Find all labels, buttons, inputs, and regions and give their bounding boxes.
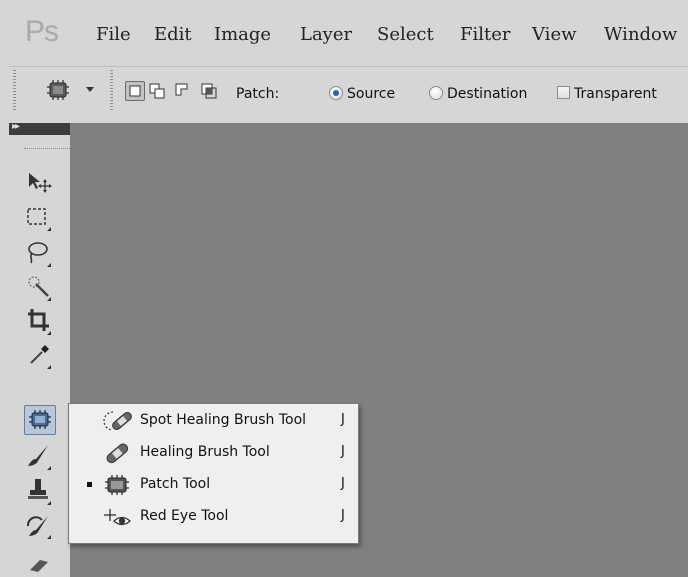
crop-icon	[28, 309, 51, 335]
menu-bar: Ps File Edit Image Layer Select Filter V…	[0, 0, 688, 60]
flyout-item-label: Red Eye Tool	[140, 508, 229, 524]
new-selection-button[interactable]	[125, 81, 145, 101]
flyout-item-shortcut: J	[341, 476, 345, 491]
healing-tool[interactable]	[24, 405, 56, 435]
new-selection-icon	[129, 85, 141, 97]
lasso-icon	[28, 242, 51, 267]
menu-layer[interactable]: Layer	[300, 25, 352, 45]
menu-filter[interactable]: Filter	[460, 25, 511, 45]
menu-window[interactable]: Window	[604, 25, 677, 45]
brush-tool[interactable]	[24, 441, 54, 471]
menu-file[interactable]: File	[96, 25, 131, 45]
source-label[interactable]: Source	[347, 86, 395, 102]
intersect-selection-icon	[201, 83, 217, 99]
flyout-item-spot-healing-brush[interactable]: Spot Healing Brush Tool J	[69, 405, 358, 437]
destination-radio[interactable]	[429, 86, 443, 100]
source-radio[interactable]	[329, 86, 343, 100]
magic-wand-icon	[28, 276, 51, 301]
flyout-item-label: Patch Tool	[140, 476, 211, 492]
eraser-icon	[30, 560, 48, 572]
flyout-item-shortcut: J	[341, 412, 345, 427]
patch-label: Patch:	[236, 86, 280, 102]
flyout-item-patch[interactable]: Patch Tool J	[69, 469, 358, 501]
history-brush-icon	[26, 516, 51, 539]
marquee-tool[interactable]	[24, 202, 54, 232]
quick-selection-tool[interactable]	[24, 272, 54, 302]
patch-icon	[101, 472, 135, 498]
flyout-item-shortcut: J	[341, 508, 345, 523]
red-eye-icon	[101, 504, 135, 530]
add-to-selection-button[interactable]	[147, 81, 167, 101]
healing-tools-flyout: Spot Healing Brush Tool J Healing Brush …	[68, 403, 359, 544]
tools-panel-grip[interactable]	[24, 148, 70, 150]
rectangular-marquee-icon	[27, 208, 51, 231]
flyout-item-healing-brush[interactable]: Healing Brush Tool J	[69, 437, 358, 469]
patch-icon	[47, 80, 69, 100]
add-to-selection-icon	[149, 83, 165, 99]
intersect-selection-button[interactable]	[199, 81, 219, 101]
transparent-checkbox[interactable]	[557, 86, 570, 99]
eyedropper-icon	[30, 345, 51, 369]
options-bar-divider	[9, 66, 688, 67]
options-bar-separator	[110, 70, 113, 112]
double-chevron-icon: ▸▸	[12, 121, 20, 132]
move-tool[interactable]	[24, 167, 54, 197]
flyout-item-shortcut: J	[341, 444, 345, 459]
flyout-item-label: Spot Healing Brush Tool	[140, 412, 307, 428]
move-icon	[29, 173, 52, 193]
history-brush-tool[interactable]	[24, 510, 54, 540]
patch-icon	[29, 410, 51, 429]
lasso-tool[interactable]	[24, 238, 54, 268]
stamp-icon	[28, 479, 51, 505]
healing-brush-icon	[101, 440, 135, 466]
clone-stamp-tool[interactable]	[24, 476, 54, 506]
destination-label[interactable]: Destination	[447, 86, 527, 102]
transparent-label[interactable]: Transparent	[574, 86, 657, 102]
brush-icon	[28, 445, 51, 470]
menu-edit[interactable]: Edit	[154, 25, 192, 45]
menu-view[interactable]: View	[532, 25, 577, 45]
eraser-tool[interactable]	[24, 548, 54, 574]
subtract-from-selection-icon	[175, 83, 188, 96]
photoshop-logo: Ps	[25, 15, 59, 48]
chevron-down-icon[interactable]	[86, 87, 94, 92]
flyout-item-red-eye[interactable]: Red Eye Tool J	[69, 501, 358, 533]
subtract-from-selection-button[interactable]	[173, 81, 193, 101]
crop-tool[interactable]	[24, 306, 54, 336]
options-bar-grip[interactable]	[13, 70, 16, 112]
menu-select[interactable]: Select	[377, 25, 434, 45]
tool-preset-picker[interactable]	[46, 79, 70, 101]
eyedropper-tool[interactable]	[24, 340, 54, 370]
menu-image[interactable]: Image	[214, 25, 271, 45]
tools-panel-header[interactable]: ▸▸	[9, 121, 70, 135]
selected-bullet-icon	[87, 482, 92, 487]
flyout-item-label: Healing Brush Tool	[140, 444, 270, 460]
spot-healing-brush-icon	[101, 408, 135, 434]
